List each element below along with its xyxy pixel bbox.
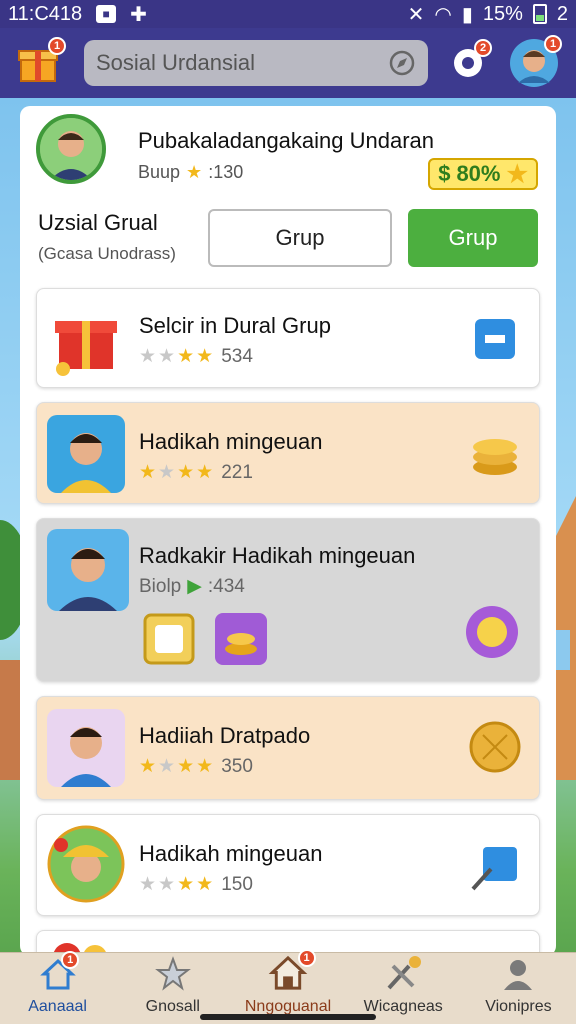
group-title: Uzsial Grual xyxy=(38,210,158,235)
profile-sub: Buup ★ :130 xyxy=(138,162,243,183)
coin-stack-icon[interactable] xyxy=(469,427,521,479)
nav-item-profile[interactable]: Vionipres xyxy=(461,953,576,1024)
person-avatar-icon xyxy=(47,709,125,787)
person-avatar-icon xyxy=(47,415,125,493)
star-icon: ★ xyxy=(186,162,203,182)
person-icon xyxy=(504,960,533,990)
card-rating: ★ ★ ★ ★ 150 xyxy=(139,873,253,896)
card-value: 350 xyxy=(221,755,253,777)
star-icon: ★ xyxy=(196,874,214,895)
card-title: Hadikah mingeuan xyxy=(139,429,323,454)
list-item[interactable]: Hadikah mingeuan ★ ★ ★ ★ 150 xyxy=(36,814,540,916)
settings-badge: 2 xyxy=(474,39,492,57)
star-icon: ★ xyxy=(139,756,157,777)
coin-icon: $ xyxy=(438,161,451,186)
badge-three-icon[interactable] xyxy=(141,611,197,667)
signal-icon: ▮ xyxy=(461,3,473,26)
progress-percent: 80% xyxy=(456,161,501,186)
main-panel: Pubakaladangakaing Undaran Buup ★ :130 $… xyxy=(20,106,556,956)
star-icon: ★ xyxy=(196,462,214,483)
person-avatar-icon xyxy=(47,529,129,611)
profile-name: Pubakaladangakaing Undaran xyxy=(138,128,435,153)
group-button-primary[interactable]: Grup xyxy=(408,209,538,267)
flag-icon: ▶ xyxy=(187,576,202,597)
wifi-icon: ◠ xyxy=(434,3,452,26)
mute-icon: ✕ xyxy=(407,3,425,26)
card-title: Hadiiah Dratpado xyxy=(139,723,311,748)
dice-icon[interactable] xyxy=(469,313,521,365)
battery-icon xyxy=(532,4,547,24)
card-title: Selcir in Dural Grup xyxy=(139,313,331,338)
list-item[interactable]: Selcir in Dural Grup ★ ★ ★ ★ 534 xyxy=(36,288,540,388)
puzzle-icon: ✚ xyxy=(130,3,147,26)
star-icon: ★ xyxy=(196,346,214,367)
star-icon: ★ xyxy=(177,756,195,777)
card-rating: ★ ★ ★ ★ 350 xyxy=(139,755,253,778)
search-input[interactable] xyxy=(96,50,388,76)
star-icon: ★ xyxy=(158,756,176,777)
gift-badge: 1 xyxy=(48,37,66,55)
list-item[interactable]: Hadikah mingeuan ★ ★ ★ ★ 221 xyxy=(36,402,540,504)
progress-badge: $ 80% ★ xyxy=(428,158,538,190)
list-item[interactable]: Hadiiah Dratpado ★ ★ ★ ★ 350 xyxy=(36,696,540,800)
user-avatar-button[interactable]: 1 xyxy=(510,35,562,87)
star-icon: ★ xyxy=(139,346,157,367)
card-meta: Biolp ▶ :434 xyxy=(139,575,245,598)
nav-label: Gnosall xyxy=(145,998,200,1015)
list-item[interactable]: Radkakir Hadikah mingeuan Biolp ▶ :434 xyxy=(36,518,540,682)
star-icon: ★ xyxy=(158,346,176,367)
card-rating: ★ ★ ★ ★ 221 xyxy=(139,461,253,484)
gift-button[interactable]: 1 xyxy=(16,37,66,85)
group-subtitle: (Gcasa Unodrass) xyxy=(38,244,176,263)
status-extra: 2 xyxy=(556,2,568,25)
app-header: 1 2 1 xyxy=(0,28,576,98)
gold-medal-icon[interactable] xyxy=(469,721,521,773)
star-icon: ★ xyxy=(177,462,195,483)
card-title: Hadikah mingeuan xyxy=(139,841,323,866)
settings-button[interactable]: 2 xyxy=(448,39,492,83)
nav-label: Wicagneas xyxy=(363,998,443,1015)
gift-box-icon xyxy=(55,321,117,376)
tools-icon xyxy=(387,956,422,990)
card-title: Radkakir Hadikah mingeuan xyxy=(139,543,416,568)
notification-icon: ■ xyxy=(96,5,117,23)
card-value: 534 xyxy=(221,345,253,367)
flower-badge-icon[interactable] xyxy=(463,603,521,661)
star-icon: ★ xyxy=(506,160,528,188)
person-avatar-icon xyxy=(47,825,125,903)
star-icon: ★ xyxy=(158,874,176,895)
profile-sub-label: Buup xyxy=(138,162,181,182)
cube-tool-icon[interactable] xyxy=(469,841,521,893)
nav-item-home[interactable]: 1 Aanaaal xyxy=(0,951,115,1024)
profile-section: Pubakaladangakaing Undaran Buup ★ :130 $… xyxy=(20,106,556,286)
home-indicator[interactable] xyxy=(200,1014,376,1020)
star-icon: ★ xyxy=(177,346,195,367)
star-icon xyxy=(154,956,191,991)
card-value: 221 xyxy=(221,461,253,483)
star-icon: ★ xyxy=(158,462,176,483)
avatar-icon xyxy=(40,118,102,180)
nav-home-badge: 1 xyxy=(61,951,80,969)
card-rating: ★ ★ ★ ★ 534 xyxy=(139,345,253,368)
card-value: 150 xyxy=(221,873,253,895)
card-meta-label: Biolp xyxy=(139,575,182,597)
status-bar: 11:C418 ■ ✚ ✕ ◠ ▮ 15% 2 xyxy=(0,0,576,28)
star-icon: ★ xyxy=(177,874,195,895)
star-icon: ★ xyxy=(139,462,157,483)
status-time: 11:C418 xyxy=(8,2,83,25)
nav-house-badge: 1 xyxy=(297,949,316,967)
nav-label: Vionipres xyxy=(485,998,552,1015)
compass-icon[interactable] xyxy=(388,49,416,77)
search-bar[interactable] xyxy=(84,40,428,86)
avatar-badge: 1 xyxy=(544,35,562,53)
card-value: :434 xyxy=(207,575,245,597)
battery-percent: 15% xyxy=(482,2,523,25)
group-button-secondary[interactable]: Grup xyxy=(208,209,392,267)
star-icon: ★ xyxy=(139,874,157,895)
profile-avatar[interactable] xyxy=(36,114,106,184)
profile-sub-value: :130 xyxy=(208,162,244,182)
nav-label: Aanaaal xyxy=(28,998,87,1015)
coins-icon[interactable] xyxy=(213,611,269,667)
star-icon: ★ xyxy=(196,756,214,777)
